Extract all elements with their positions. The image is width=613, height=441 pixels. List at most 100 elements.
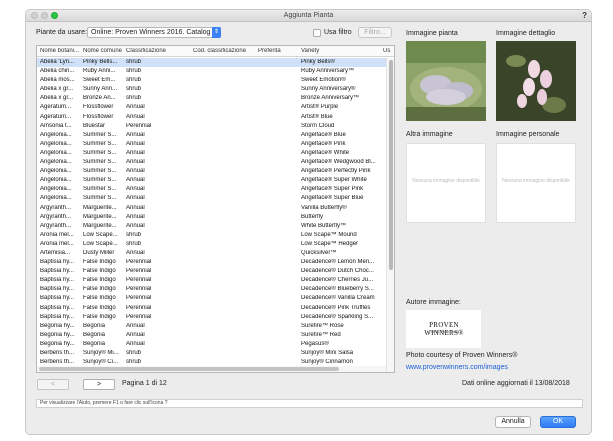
table-cell: False Indigo bbox=[83, 268, 116, 275]
table-row[interactable]: Argyranth... Marguerite... Annual Butterfly bbox=[37, 213, 386, 222]
table-row[interactable]: Baptisia hy... False Indigo Perennial Decad… bbox=[37, 267, 386, 276]
table-cell: Abelia x gr... bbox=[40, 86, 74, 93]
table-row[interactable]: Aronia mel... Low Scape... shrub Low Scape™… bbox=[37, 231, 386, 240]
column-header[interactable]: Preferita bbox=[258, 48, 298, 54]
table-row[interactable]: Aronia mel... Low Scape... shrub Low Scape™… bbox=[37, 240, 386, 249]
table-row[interactable]: Baptisia hy... False Indigo Perennial Decad… bbox=[37, 276, 386, 285]
plant-image-label: Immagine pianta bbox=[406, 30, 458, 37]
table-row[interactable]: Argyranth... Marguerite... Annual Vanilla B… bbox=[37, 204, 386, 213]
table-row[interactable]: Begonia hy... Begonia Annual Pegasus® bbox=[37, 340, 386, 349]
vertical-scroll-thumb[interactable] bbox=[389, 60, 393, 270]
table-row[interactable]: Abelia mos... Sweet Em... shrub Sweet Emoti… bbox=[37, 76, 386, 85]
table-row[interactable]: Artemisia... Dusty Miller Annual Quicksilve… bbox=[37, 249, 386, 258]
table-cell: Perennial bbox=[126, 286, 152, 293]
table-cell: Annual bbox=[126, 140, 145, 147]
table-row[interactable]: Angelonia... Summer S... Annual Angelface® … bbox=[37, 158, 386, 167]
table-cell: Angelface® Super Pink bbox=[301, 186, 364, 193]
table-cell: Sunjoy® Ci... bbox=[83, 359, 119, 366]
table-cell: Low Scape... bbox=[83, 240, 118, 247]
table-row[interactable]: Amsonia t... Bluestar Perennial Storm Cloud bbox=[37, 122, 386, 131]
table-row[interactable]: Baptisia hy... False Indigo Perennial Decad… bbox=[37, 258, 386, 267]
table-cell: Ageratum... bbox=[40, 104, 72, 111]
horizontal-scroll-thumb[interactable] bbox=[39, 367, 339, 371]
table-row[interactable]: Ageratum... Flossflower Annual Artist® Blue bbox=[37, 113, 386, 122]
detail-image[interactable] bbox=[496, 41, 576, 121]
table-row[interactable]: Baptisia hy... False Indigo Perennial Decad… bbox=[37, 285, 386, 294]
images-link[interactable]: www.provenwinners.com/images bbox=[406, 364, 508, 371]
column-header[interactable]: Us bbox=[383, 48, 394, 54]
column-header[interactable]: Variety bbox=[301, 48, 381, 54]
column-header[interactable]: Nome botani... bbox=[40, 48, 82, 54]
table-cell: Baptisia hy... bbox=[40, 304, 74, 311]
table-cell: Angelonia... bbox=[40, 131, 72, 138]
table-cell: Baptisia hy... bbox=[40, 313, 74, 320]
next-page-button[interactable]: > bbox=[83, 379, 115, 390]
table-cell: Summer S... bbox=[83, 149, 117, 156]
table-cell: Decadence® Pink Truffles bbox=[301, 304, 371, 311]
table-cell: Argyranth... bbox=[40, 222, 72, 229]
table-cell: Angelface® Blue bbox=[301, 131, 346, 138]
table-row[interactable]: Abelia x gr... Bronze An... shrub Bronze An… bbox=[37, 94, 386, 103]
chevron-updown-icon[interactable]: ⇕ bbox=[212, 27, 221, 38]
table-row[interactable]: Baptisia hy... False Indigo Perennial Decad… bbox=[37, 294, 386, 303]
title-bar: Aggiunta Pianta ? bbox=[26, 10, 591, 22]
table-cell: Marguerite... bbox=[83, 222, 117, 229]
table-row[interactable]: Berberis th... Sunjoy® Mi... shrub Sunjoy® … bbox=[37, 349, 386, 358]
use-filter-checkbox[interactable] bbox=[313, 29, 321, 37]
cancel-button[interactable]: Annulla bbox=[495, 416, 531, 428]
table-cell: Surefire™ Red bbox=[301, 331, 341, 338]
catalog-select[interactable]: Online: Proven Winners 2016. Catalog ⇕ bbox=[87, 27, 221, 38]
table-row[interactable]: Angelonia... Summer S... Annual Angelface® … bbox=[37, 140, 386, 149]
table-cell: shrub bbox=[126, 68, 142, 75]
table-cell: Begonia bbox=[83, 331, 106, 338]
table-cell: Annual bbox=[126, 104, 145, 111]
table-cell: Bluestar bbox=[83, 122, 106, 129]
table-row[interactable]: Angelonia... Summer S... Annual Angelface® … bbox=[37, 167, 386, 176]
table-row[interactable]: Baptisia hy... False Indigo Perennial Decad… bbox=[37, 304, 386, 313]
other-image-box[interactable]: Nessuna immagine disponibile bbox=[406, 143, 486, 223]
table-row[interactable]: Argyranth... Marguerite... Annual White But… bbox=[37, 222, 386, 231]
data-updated-text: Dati online aggiornati il 13/08/2018 bbox=[462, 380, 570, 387]
table-row[interactable]: Angelonia... Summer S... Annual Angelface® … bbox=[37, 176, 386, 185]
ok-button[interactable]: OK bbox=[540, 416, 576, 428]
table-cell: Angelface® White bbox=[301, 149, 350, 156]
table-cell: Sunjoy® Mi... bbox=[83, 350, 119, 356]
table-cell: Annual bbox=[126, 204, 145, 211]
table-cell: Flossflower bbox=[83, 113, 114, 120]
table-cell: Annual bbox=[126, 186, 145, 193]
column-header[interactable]: Classificazione bbox=[126, 48, 190, 54]
table-row[interactable]: Abelia x gr... Sunny Ann... shrub Sunny Ann… bbox=[37, 85, 386, 94]
table-row[interactable]: Angelonia... Summer S... Annual Angelface® … bbox=[37, 149, 386, 158]
table-cell: Sunny Ann... bbox=[83, 86, 118, 93]
table-cell: Annual bbox=[126, 222, 145, 229]
table-cell: Sweet Em... bbox=[83, 77, 116, 84]
previous-page-button[interactable]: < bbox=[37, 379, 69, 390]
horizontal-scrollbar[interactable] bbox=[37, 366, 386, 372]
column-header[interactable]: Nome comune bbox=[83, 48, 125, 54]
column-header[interactable]: Cod. classificazione bbox=[193, 48, 255, 54]
table-cell: Decadence® Cherries Ju... bbox=[301, 277, 374, 284]
filter-button[interactable]: Filtro... bbox=[358, 27, 392, 38]
table-row[interactable]: Baptisia hy... False Indigo Perennial Decad… bbox=[37, 313, 386, 322]
table-row[interactable]: Ageratum... Flossflower Annual Artist® Purp… bbox=[37, 103, 386, 112]
table-cell: Low Scape™ Mound bbox=[301, 231, 357, 238]
table-cell: Angelonia... bbox=[40, 140, 72, 147]
table-row[interactable]: Abelia chin... Ruby Anni... shrub Ruby Anni… bbox=[37, 67, 386, 76]
table-row[interactable]: Angelonia... Summer S... Annual Angelface® … bbox=[37, 185, 386, 194]
help-icon[interactable]: ? bbox=[582, 11, 587, 20]
table-cell: Perennial bbox=[126, 268, 152, 275]
table-row[interactable]: Angelonia... Summer S... Annual Angelface® … bbox=[37, 194, 386, 203]
table-row[interactable]: Abelia 'Lyn... Pinky Bells... shrub Pinky B… bbox=[37, 58, 386, 68]
plant-image[interactable] bbox=[406, 41, 486, 121]
table-row[interactable]: Begonia hy... Begonia Annual Surefire™ Rose bbox=[37, 322, 386, 331]
use-filter-label: Usa filtro bbox=[324, 29, 352, 36]
table-cell: Summer S... bbox=[83, 177, 117, 184]
table-cell: Low Scape™ Hedger bbox=[301, 240, 359, 247]
personal-image-box[interactable]: Nessuna immagine disponibile bbox=[496, 143, 576, 223]
table-row[interactable]: Angelonia... Summer S... Annual Angelface® … bbox=[37, 131, 386, 140]
table-cell: Marguerite... bbox=[83, 213, 117, 220]
vertical-scrollbar[interactable] bbox=[386, 58, 394, 372]
table-cell: Decadence® Lemon Meri... bbox=[301, 259, 375, 266]
table-row[interactable]: Begonia hy... Begonia Annual Surefire™ Red bbox=[37, 331, 386, 340]
plants-table[interactable]: Nome botani... Nome comune Classificazione… bbox=[36, 45, 395, 373]
